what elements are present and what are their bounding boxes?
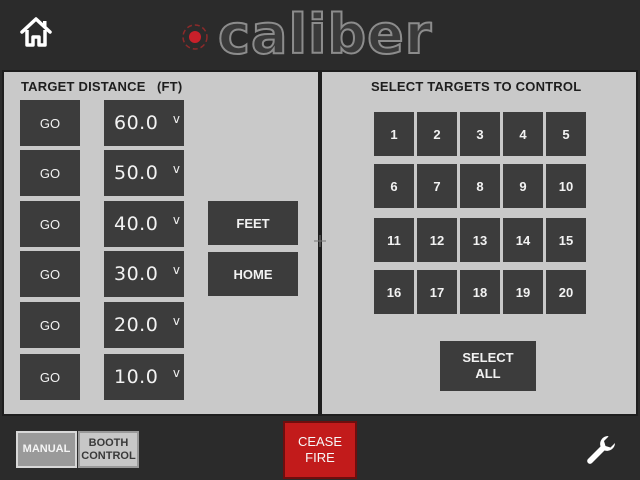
go-button-20[interactable]: GO (20, 302, 80, 348)
chevron-down-icon: v (172, 112, 180, 126)
chevron-down-icon: v (172, 314, 180, 328)
cease-fire-button[interactable]: CEASE FIRE (283, 421, 357, 479)
target-button-16[interactable]: 16 (374, 270, 414, 314)
target-button-17[interactable]: 17 (417, 270, 457, 314)
target-button-10[interactable]: 10 (546, 164, 586, 208)
feet-button[interactable]: FEET (208, 201, 298, 245)
wrench-icon (587, 436, 615, 464)
distance-select-40[interactable]: 40.0 v (104, 201, 184, 247)
target-button-4[interactable]: 4 (503, 112, 543, 156)
go-button-50[interactable]: GO (20, 150, 80, 196)
crosshair-cursor-icon (314, 234, 326, 247)
target-button-1[interactable]: 1 (374, 112, 414, 156)
target-button-3[interactable]: 3 (460, 112, 500, 156)
select-all-button[interactable]: SELECT ALL (440, 341, 536, 391)
home-position-button[interactable]: HOME (208, 252, 298, 296)
distance-select-10[interactable]: 10.0 v (104, 354, 184, 400)
distance-value: 50.0 (114, 162, 159, 184)
home-icon (20, 17, 52, 47)
distance-select-30[interactable]: 30.0 v (104, 251, 184, 297)
target-button-18[interactable]: 18 (460, 270, 500, 314)
distance-select-20[interactable]: 20.0 v (104, 302, 184, 348)
chevron-down-icon: v (172, 366, 180, 380)
go-button-30[interactable]: GO (20, 251, 80, 297)
target-button-2[interactable]: 2 (417, 112, 457, 156)
booth-control-button[interactable]: BOOTH CONTROL (78, 431, 139, 468)
select-targets-title: SELECT TARGETS TO CONTROL (371, 79, 582, 94)
go-button-10[interactable]: GO (20, 354, 80, 400)
go-button-40[interactable]: GO (20, 201, 80, 247)
target-select-panel: SELECT TARGETS TO CONTROL 1 2 3 4 5 6 7 8 9 10 11 1… (320, 70, 638, 416)
target-button-19[interactable]: 19 (503, 270, 543, 314)
distance-value: 20.0 (114, 314, 159, 336)
target-button-6[interactable]: 6 (374, 164, 414, 208)
distance-select-60[interactable]: 60.0 v (104, 100, 184, 146)
target-distance-title: TARGET DISTANCE (FT) (21, 79, 183, 94)
target-button-7[interactable]: 7 (417, 164, 457, 208)
distance-value: 30.0 (114, 263, 159, 285)
chevron-down-icon: v (172, 162, 180, 176)
caliber-logo: caliber (180, 7, 440, 63)
target-button-5[interactable]: 5 (546, 112, 586, 156)
chevron-down-icon: v (172, 263, 180, 277)
caliber-target-icon (182, 24, 208, 50)
target-button-12[interactable]: 12 (417, 218, 457, 262)
distance-value: 40.0 (114, 213, 159, 235)
target-button-13[interactable]: 13 (460, 218, 500, 262)
distance-value: 10.0 (114, 366, 159, 388)
home-button[interactable] (18, 14, 54, 50)
target-button-15[interactable]: 15 (546, 218, 586, 262)
chevron-down-icon: v (172, 213, 180, 227)
settings-button[interactable] (584, 432, 620, 468)
distance-value: 60.0 (114, 112, 159, 134)
go-button-60[interactable]: GO (20, 100, 80, 146)
target-button-11[interactable]: 11 (374, 218, 414, 262)
logo-wordmark: caliber (217, 3, 433, 66)
distance-select-50[interactable]: 50.0 v (104, 150, 184, 196)
target-button-9[interactable]: 9 (503, 164, 543, 208)
target-button-20[interactable]: 20 (546, 270, 586, 314)
target-distance-panel: TARGET DISTANCE (FT) GO 60.0 v GO 50.0 v… (2, 70, 320, 416)
target-button-14[interactable]: 14 (503, 218, 543, 262)
target-button-8[interactable]: 8 (460, 164, 500, 208)
manual-mode-button[interactable]: MANUAL (16, 431, 77, 468)
